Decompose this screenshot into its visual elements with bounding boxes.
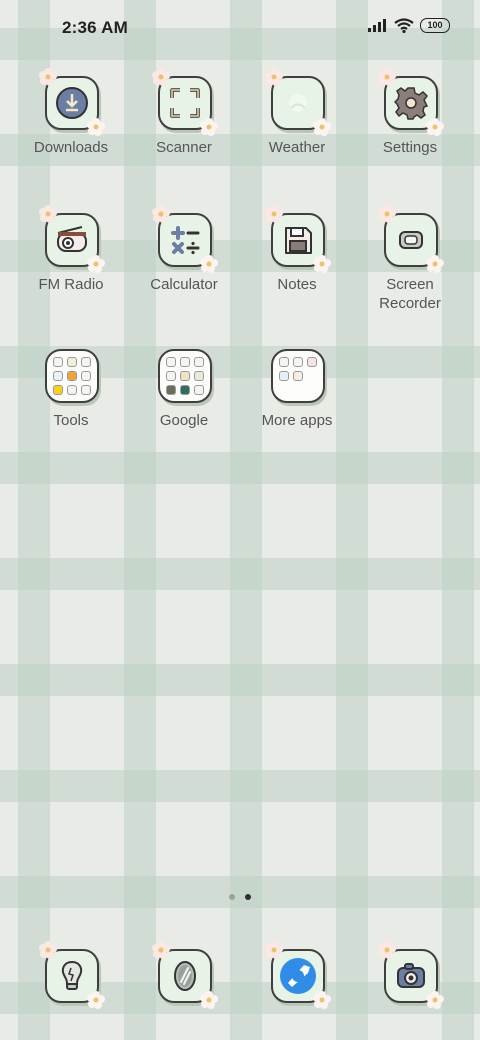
folder-preview xyxy=(53,357,91,395)
calculator-icon xyxy=(171,226,200,255)
camera-icon xyxy=(397,963,425,988)
mini-app-icon xyxy=(81,371,91,381)
mini-app-icon xyxy=(53,385,63,395)
mini-app-icon xyxy=(180,371,190,381)
app-weather[interactable]: Weather xyxy=(247,68,347,157)
downloads-icon xyxy=(56,87,88,119)
page-dot[interactable] xyxy=(229,894,235,900)
flower-decoration xyxy=(265,941,283,959)
folder-preview xyxy=(279,357,317,395)
app-scanner[interactable]: Scanner xyxy=(134,68,234,157)
folder-preview xyxy=(166,357,204,395)
mini-app-icon xyxy=(307,357,317,367)
mini-app-icon xyxy=(194,357,204,367)
flower-decoration xyxy=(200,991,218,1009)
app-label: Settings xyxy=(382,139,438,156)
flower-decoration xyxy=(378,205,396,223)
dock-camera[interactable] xyxy=(360,941,460,1009)
flower-decoration xyxy=(152,68,170,86)
flower-decoration xyxy=(265,205,283,223)
radio-icon xyxy=(57,226,87,252)
signal-icon xyxy=(368,19,386,32)
mini-app-icon xyxy=(293,357,303,367)
app-downloads[interactable]: Downloads xyxy=(21,68,121,157)
flower-decoration xyxy=(265,68,283,86)
page-dot-active[interactable] xyxy=(245,894,251,900)
folder-more-apps[interactable]: More apps xyxy=(247,347,347,430)
dock-flashlight[interactable] xyxy=(21,941,121,1009)
app-fm-radio[interactable]: FM Radio xyxy=(21,205,121,294)
app-notes[interactable]: Notes xyxy=(247,205,347,294)
mini-app-icon xyxy=(53,371,63,381)
app-label: Scanner xyxy=(156,139,212,156)
mini-app-icon xyxy=(194,371,204,381)
app-label: Google xyxy=(159,412,209,429)
mini-app-icon xyxy=(67,371,77,381)
app-screen-recorder[interactable]: Screen Recorder xyxy=(360,205,460,313)
mini-app-icon xyxy=(180,385,190,395)
flower-decoration xyxy=(378,68,396,86)
flower-decoration xyxy=(426,991,444,1009)
gear-icon xyxy=(394,87,428,120)
mini-app-icon xyxy=(67,385,77,395)
app-label: Downloads xyxy=(33,139,109,156)
flower-decoration xyxy=(313,991,331,1009)
folder-tools[interactable]: Tools xyxy=(21,347,121,430)
wifi-icon xyxy=(394,18,414,33)
mini-app-icon xyxy=(67,357,77,367)
dock-mirror[interactable] xyxy=(134,941,234,1009)
app-label: Calculator xyxy=(150,276,218,293)
mini-app-icon xyxy=(279,357,289,367)
lightbulb-icon xyxy=(61,960,83,990)
app-label: Tools xyxy=(53,412,89,429)
mirror-icon xyxy=(174,961,196,991)
browser-icon xyxy=(280,958,316,994)
mini-app-icon xyxy=(166,371,176,381)
status-bar: 2:36 AM 100 xyxy=(0,0,480,56)
app-label: Notes xyxy=(277,276,317,293)
flower-decoration xyxy=(152,941,170,959)
folder-google[interactable]: Google xyxy=(134,347,234,430)
app-calculator[interactable]: Calculator xyxy=(134,205,234,294)
mini-app-icon xyxy=(180,357,190,367)
flower-decoration xyxy=(39,205,57,223)
dock-browser[interactable] xyxy=(247,941,347,1009)
flower-decoration xyxy=(426,118,444,136)
mini-app-icon xyxy=(53,357,63,367)
flower-decoration xyxy=(39,941,57,959)
flower-decoration xyxy=(39,68,57,86)
mini-app-icon xyxy=(166,357,176,367)
flower-decoration xyxy=(200,118,218,136)
floppy-disk-icon xyxy=(285,227,312,254)
screen-recorder-icon xyxy=(399,231,423,249)
app-label: More apps xyxy=(261,412,333,429)
battery-indicator: 100 xyxy=(420,18,450,33)
scanner-icon xyxy=(170,88,200,118)
mini-app-icon xyxy=(279,371,289,381)
app-settings[interactable]: Settings xyxy=(360,68,460,157)
mini-app-icon xyxy=(194,385,204,395)
mini-app-icon xyxy=(81,357,91,367)
weather-icon xyxy=(289,94,307,112)
status-icons: 100 xyxy=(368,18,450,33)
flower-decoration xyxy=(152,205,170,223)
flower-decoration xyxy=(378,941,396,959)
flower-decoration xyxy=(87,991,105,1009)
flower-decoration xyxy=(426,255,444,273)
flower-decoration xyxy=(200,255,218,273)
flower-decoration xyxy=(313,255,331,273)
app-label: Weather xyxy=(268,139,326,156)
status-time: 2:36 AM xyxy=(62,18,128,37)
flower-decoration xyxy=(87,255,105,273)
flower-decoration xyxy=(87,118,105,136)
app-label: Screen Recorder xyxy=(379,276,441,312)
app-label: FM Radio xyxy=(38,276,104,293)
mini-app-icon xyxy=(81,385,91,395)
mini-app-icon xyxy=(293,371,303,381)
flower-decoration xyxy=(313,118,331,136)
page-indicator[interactable] xyxy=(0,894,480,900)
mini-app-icon xyxy=(166,385,176,395)
